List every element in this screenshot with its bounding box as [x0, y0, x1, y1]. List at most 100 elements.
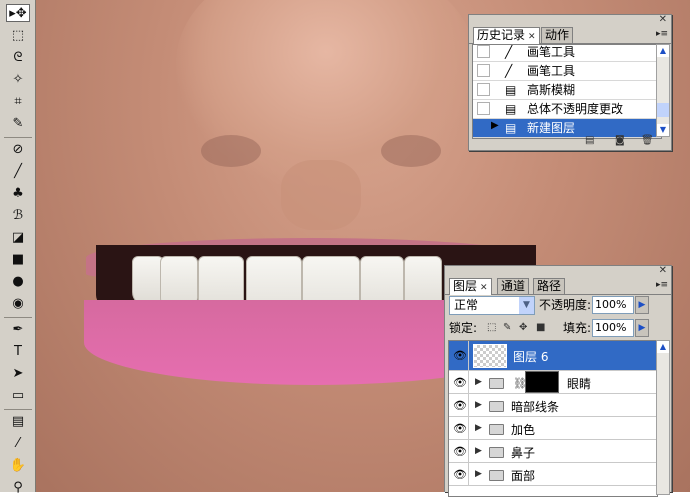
history-item[interactable]: ╱ 画笔工具	[473, 62, 661, 81]
panel-menu-icon[interactable]: ▸≡	[656, 280, 668, 290]
zoom-tool-icon[interactable]: ⚲	[9, 478, 27, 496]
hand-tool-icon[interactable]: ✋	[9, 456, 27, 474]
history-item-label: 高斯模糊	[527, 83, 576, 97]
trash-icon[interactable]: 🗑	[641, 135, 654, 146]
layer-row[interactable]: 👁 图层 6	[449, 341, 657, 371]
close-icon[interactable]: ✕	[659, 15, 667, 25]
folder-icon	[489, 424, 504, 435]
lasso-tool-icon[interactable]: ᘓ	[9, 48, 27, 66]
history-tabs: 历史记录 ✕ 动作 ▸≡	[469, 25, 671, 44]
eraser-tool-icon[interactable]: ◪	[9, 228, 27, 246]
eye-visibility-icon[interactable]: 👁	[453, 349, 467, 363]
expand-arrow-icon[interactable]: ▶	[475, 446, 482, 456]
layer-row[interactable]: 👁 ▶ 加色	[449, 417, 657, 440]
panel-menu-icon[interactable]: ▸≡	[656, 29, 668, 39]
layer-name: 面部	[511, 469, 536, 483]
brush-tool-icon[interactable]: ╱	[9, 162, 27, 180]
layer-mask-thumbnail	[525, 371, 559, 393]
layer-thumbnail	[473, 344, 507, 368]
lock-position-icon[interactable]: ✥	[519, 322, 530, 333]
dodge-tool-icon[interactable]: ◉	[9, 294, 27, 312]
lock-pixels-icon[interactable]: ✎	[503, 322, 514, 333]
tab-history[interactable]: 历史记录 ✕	[473, 27, 540, 44]
clone-stamp-tool-icon[interactable]: ♣	[9, 184, 27, 202]
blend-mode-select[interactable]: 正常 ▼	[449, 296, 535, 315]
document-icon: ▤	[505, 102, 517, 116]
brush-icon: ╱	[505, 64, 513, 78]
slice-tool-icon[interactable]: ✎	[9, 114, 27, 132]
tab-paths[interactable]: 路径	[533, 278, 566, 294]
expand-arrow-icon[interactable]: ▶	[475, 377, 482, 387]
tab-actions[interactable]: 动作	[541, 27, 574, 43]
opacity-field[interactable]: 100%	[592, 296, 634, 314]
history-footer: ▤ ◙ 🗑	[469, 135, 671, 147]
history-list: ╱ 画笔工具 ╱ 画笔工具 ▤ 高斯模糊 ▤ 总体不透明度更改 ▶ ▤ 新建图层	[472, 44, 662, 139]
move-tool-icon[interactable]: ▸✥	[6, 4, 30, 22]
history-source-checkbox[interactable]	[477, 102, 490, 115]
philtrum	[281, 160, 361, 230]
scroll-up-icon[interactable]: ▲	[657, 341, 669, 353]
layer-row[interactable]: 👁 ▶ 暗部线条	[449, 394, 657, 417]
scroll-thumb[interactable]	[657, 103, 669, 117]
lock-row: 锁定: ⬚ ✎ ✥ ■ 填充: 100% ▶	[449, 319, 669, 339]
layers-scrollbar[interactable]: ▲	[656, 340, 670, 495]
opacity-slider-arrow-icon[interactable]: ▶	[635, 296, 649, 314]
fill-label: 填充:	[563, 321, 592, 335]
toolbox-divider	[4, 409, 32, 410]
chevron-down-icon[interactable]: ▼	[519, 297, 534, 314]
path-selection-tool-icon[interactable]: ➤	[9, 364, 27, 382]
tab-layers[interactable]: 图层 ✕	[449, 278, 492, 295]
history-source-checkbox[interactable]	[477, 83, 490, 96]
eye-visibility-icon[interactable]: 👁	[453, 445, 467, 459]
document-icon: ▤	[505, 121, 517, 135]
history-panel: ✕ 历史记录 ✕ 动作 ▸≡ ╱ 画笔工具 ╱ 画笔工具 ▤ 高斯模糊 ▤ 总体不透明度更改 ▶ ▤…	[468, 14, 672, 151]
marquee-tool-icon[interactable]: ⬚	[9, 26, 27, 44]
tab-channels[interactable]: 通道	[497, 278, 530, 294]
layer-row[interactable]: 👁 ▶ 鼻子	[449, 440, 657, 463]
history-item-label: 画笔工具	[527, 45, 576, 59]
layer-row[interactable]: 👁 ▶ 面部	[449, 463, 657, 486]
crop-tool-icon[interactable]: ⌗	[9, 92, 27, 110]
layers-panel: ✕ 图层 ✕ 通道 路径 ▸≡ 正常 ▼ 不透明度: 100% ▶ 锁定: ⬚ ✎…	[444, 265, 672, 497]
gradient-tool-icon[interactable]: ■	[9, 250, 27, 268]
scroll-up-icon[interactable]: ▲	[657, 45, 669, 57]
history-source-checkbox[interactable]	[477, 64, 490, 77]
pen-tool-icon[interactable]: ✒	[9, 320, 27, 338]
type-tool-icon[interactable]: T	[9, 342, 27, 360]
layer-row[interactable]: 👁 ▶ ⛓ 眼睛	[449, 371, 657, 394]
history-source-checkbox[interactable]	[477, 45, 490, 58]
history-item[interactable]: ▤ 总体不透明度更改	[473, 100, 661, 119]
expand-arrow-icon[interactable]: ▶	[475, 423, 482, 433]
healing-brush-tool-icon[interactable]: ⊘	[9, 140, 27, 158]
close-icon[interactable]: ✕	[659, 266, 667, 276]
fill-field[interactable]: 100%	[592, 319, 634, 337]
expand-arrow-icon[interactable]: ▶	[475, 400, 482, 410]
blur-tool-icon[interactable]: ●	[9, 272, 27, 290]
right-nostril	[381, 135, 441, 167]
history-scrollbar[interactable]: ▲ ▼	[656, 44, 670, 137]
tab-close-icon[interactable]: ✕	[528, 32, 536, 42]
opacity-label: 不透明度:	[539, 298, 592, 312]
history-item[interactable]: ╱ 画笔工具	[473, 45, 661, 62]
notes-tool-icon[interactable]: ▤	[9, 412, 27, 430]
history-item[interactable]: ▤ 高斯模糊	[473, 81, 661, 100]
eye-visibility-icon[interactable]: 👁	[453, 376, 467, 390]
eye-visibility-icon[interactable]: 👁	[453, 422, 467, 436]
lock-transparency-icon[interactable]: ⬚	[487, 322, 498, 333]
history-source-checkbox[interactable]	[477, 121, 490, 134]
fill-slider-arrow-icon[interactable]: ▶	[635, 319, 649, 337]
eye-visibility-icon[interactable]: 👁	[453, 399, 467, 413]
eye-visibility-icon[interactable]: 👁	[453, 468, 467, 482]
rectangle-tool-icon[interactable]: ▭	[9, 386, 27, 404]
lock-all-icon[interactable]: ■	[536, 322, 547, 333]
toolbox: ▸✥ ⬚ ᘓ ✧ ⌗ ✎ ⊘ ╱ ♣ ℬ ◪ ■ ● ◉ ✒ T ➤ ▭ ▤ ⁄ ✋ ⚲	[0, 0, 36, 495]
layers-tabs: 图层 ✕ 通道 路径 ▸≡	[445, 276, 671, 295]
magic-wand-tool-icon[interactable]: ✧	[9, 70, 27, 88]
history-item-label: 画笔工具	[527, 64, 576, 78]
snapshot-icon[interactable]: ◙	[615, 135, 625, 146]
tab-close-icon[interactable]: ✕	[480, 283, 488, 293]
history-brush-tool-icon[interactable]: ℬ	[9, 206, 27, 224]
new-document-icon[interactable]: ▤	[585, 135, 594, 146]
eyedropper-tool-icon[interactable]: ⁄	[9, 434, 27, 452]
expand-arrow-icon[interactable]: ▶	[475, 469, 482, 479]
